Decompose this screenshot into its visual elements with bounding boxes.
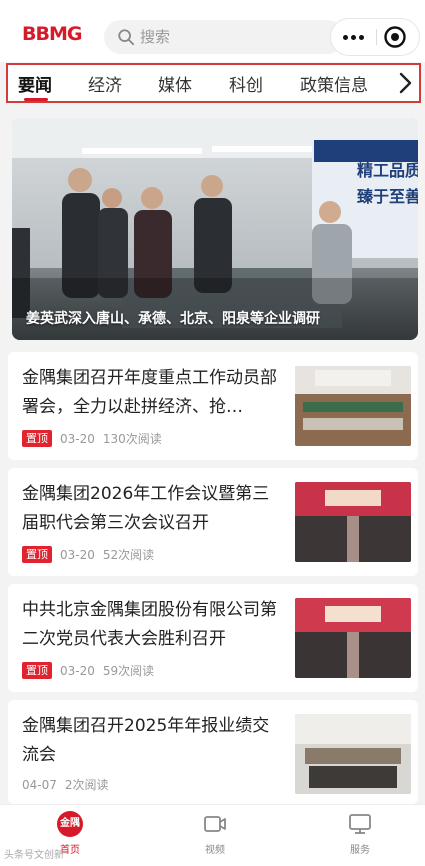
news-thumbnail [295,598,411,678]
news-reads: 2次阅读 [64,778,109,792]
news-meta: 置顶 03-20 52次阅读 [22,546,154,563]
news-title: 金隅集团2026年工作会议暨第三届职代会第三次会议召开 [22,484,270,533]
miniprogram-capsule [330,18,420,56]
news-meta: 置顶 03-20 130次阅读 [22,430,162,447]
home-logo-icon: 金隅 [57,811,83,837]
banner-slogan-2: 臻于至善 [357,187,418,206]
banner-slogan-1: 精工品质 [357,161,418,180]
search-bar[interactable] [104,20,344,54]
search-input[interactable] [140,20,330,54]
nav-video-label: 视频 [205,845,225,856]
tab-jingji[interactable]: 经济 [88,71,122,96]
pinned-badge: 置顶 [22,430,52,447]
news-title: 中共北京金隅集团股份有限公司第二次党员代表大会胜利召开 [22,600,277,649]
video-icon [204,816,226,832]
news-thumbnail [295,366,411,446]
nav-service-label: 服务 [350,845,370,856]
news-reads: 130次阅读 [102,432,162,446]
hero-photo: 精工品质 臻于至善 [12,118,418,340]
news-card[interactable]: 金隅集团召开年度重点工作动员部署会，全力以赴拼经济、抢… 置顶 03-20 13… [8,352,418,460]
monitor-icon [349,814,371,834]
logo-text: BBMG [22,23,82,45]
news-thumbnail [295,482,411,562]
news-thumbnail [295,714,411,794]
active-tab-indicator [24,98,48,101]
tab-zhengce[interactable]: 政策信息 [300,71,368,96]
capsule-divider [376,29,377,45]
news-meta: 04-07 2次阅读 [22,776,109,793]
news-reads: 52次阅读 [102,548,155,562]
bbmg-logo: BBMG [22,20,84,48]
target-icon[interactable] [383,25,407,49]
app-header: BBMG [0,0,425,62]
news-date: 04-07 [22,777,57,792]
pinned-badge: 置顶 [22,662,52,679]
tab-kechuang[interactable]: 科创 [229,71,263,96]
news-reads: 59次阅读 [102,664,155,678]
hero-caption: 姜英武深入唐山、承德、北京、阳泉等企业调研 [26,311,320,327]
pinned-badge: 置顶 [22,546,52,563]
category-tabs: 要闻 经济 媒体 科创 政策信息 [6,63,421,103]
news-date: 03-20 [60,547,95,562]
nav-video[interactable]: 视频 [175,811,255,856]
search-icon [118,29,135,46]
news-card[interactable]: 金隅集团2026年工作会议暨第三届职代会第三次会议召开 置顶 03-20 52次… [8,468,418,576]
news-date: 03-20 [60,663,95,678]
tab-meiti[interactable]: 媒体 [158,71,192,96]
news-title: 金隅集团召开2025年年报业绩交流会 [22,716,270,765]
more-dots-icon[interactable] [331,19,375,55]
news-title: 金隅集团召开年度重点工作动员部署会，全力以赴拼经济、抢… [22,368,277,417]
news-card[interactable]: 金隅集团召开2025年年报业绩交流会 04-07 2次阅读 [8,700,418,804]
tab-yaowen[interactable]: 要闻 [18,71,52,96]
news-date: 03-20 [60,431,95,446]
nav-service[interactable]: 服务 [320,811,400,856]
news-meta: 置顶 03-20 59次阅读 [22,662,154,679]
chevron-right-icon[interactable] [396,71,416,95]
news-card[interactable]: 中共北京金隅集团股份有限公司第二次党员代表大会胜利召开 置顶 03-20 59次… [8,584,418,692]
hero-banner[interactable]: 精工品质 臻于至善 姜英武深入唐山、承德、北京、阳泉等企业调研 [12,118,418,340]
watermark: 头条号文创新 [4,850,64,861]
